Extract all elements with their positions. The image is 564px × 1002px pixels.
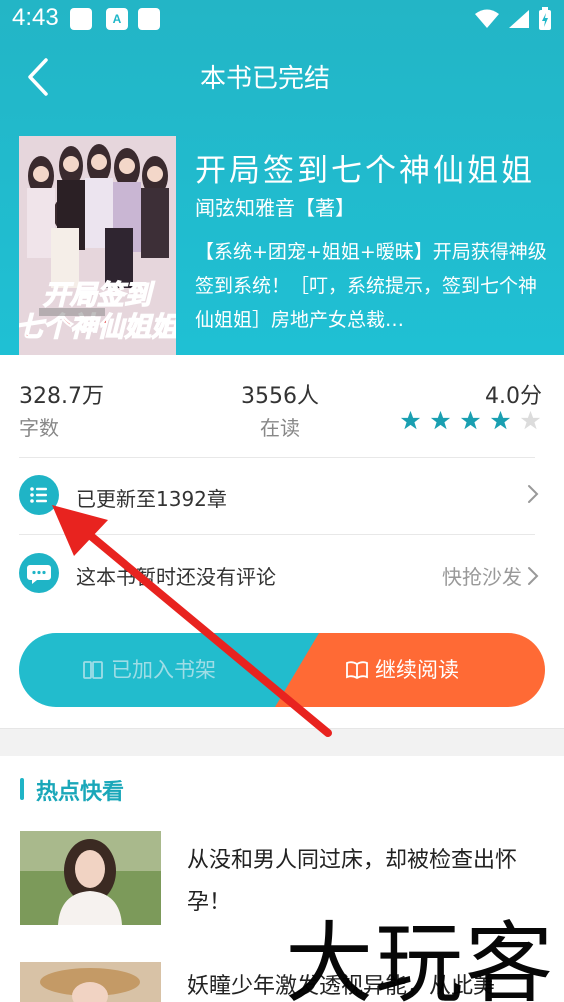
- bookshelf-icon: [83, 661, 103, 679]
- signal-icon: [509, 10, 529, 28]
- status-icons: [474, 7, 552, 31]
- book-description[interactable]: 【系统+团宠+姐姐+暧昧】开局获得神级签到系统！［叮，系统提示，签到七个神仙姐姐…: [195, 235, 550, 337]
- watermark-text: 大玩客: [285, 912, 556, 1002]
- rating-stars: [400, 410, 541, 431]
- news-thumbnail[interactable]: [20, 962, 161, 1002]
- list-icon: [19, 475, 59, 515]
- notification-icon: [138, 8, 160, 30]
- star-empty-icon: [520, 410, 541, 430]
- readers-label: 在读: [260, 416, 300, 440]
- book-cover[interactable]: 开局签到 七个神仙姐姐: [19, 136, 176, 355]
- readers-value: 3556人: [241, 384, 319, 409]
- sofa-link[interactable]: 快抢沙发: [442, 561, 540, 590]
- wifi-icon: [475, 9, 499, 28]
- continue-reading-button[interactable]: 继续阅读: [275, 633, 545, 707]
- battery-icon: [539, 7, 551, 30]
- chapter-list-row[interactable]: 已更新至1392章: [0, 457, 564, 533]
- shelf-label: 已加入书架: [111, 658, 216, 682]
- notification-icon: [70, 8, 92, 30]
- rating-value: 4.0分: [485, 384, 542, 409]
- book-header: 4:43 A 本书已完结 开局签到 七个神仙姐姐 开局签到七个神仙姐姐 闻弦知雅…: [0, 0, 564, 355]
- notification-a-icon: A: [106, 8, 128, 30]
- comments-row[interactable]: 这本书暂时还没有评论 快抢沙发: [0, 535, 564, 611]
- book-title: 开局签到七个神仙姐姐: [195, 153, 535, 189]
- action-buttons: 已加入书架 继续阅读: [19, 633, 545, 707]
- word-count-value: 328.7万: [19, 384, 104, 409]
- chevron-right-icon: [526, 483, 540, 505]
- comment-icon: [19, 553, 59, 593]
- chapter-status-text: 已更新至1392章: [76, 487, 227, 511]
- star-filled-icon: [400, 410, 421, 430]
- star-filled-icon: [460, 410, 481, 430]
- comments-empty-text: 这本书暂时还没有评论: [76, 565, 276, 589]
- added-to-shelf-button[interactable]: 已加入书架: [19, 633, 319, 707]
- open-book-icon: [346, 661, 368, 680]
- sofa-link-label: 快抢沙发: [442, 565, 522, 589]
- chevron-right-icon: [528, 566, 539, 585]
- book-author[interactable]: 闻弦知雅音【著】: [195, 192, 355, 221]
- star-filled-icon: [490, 410, 511, 430]
- status-time: 4:43: [12, 4, 59, 31]
- cover-art: 开局签到 七个神仙姐姐: [19, 136, 176, 355]
- word-count-label: 字数: [19, 416, 59, 440]
- news-thumbnail[interactable]: [20, 831, 161, 925]
- svg-text:七个神仙姐姐: 七个神仙姐姐: [19, 312, 176, 342]
- svg-text:开局签到: 开局签到: [43, 280, 155, 310]
- section-separator: [0, 728, 564, 756]
- section-accent-bar: [20, 778, 24, 800]
- section-title: 热点快看: [36, 780, 125, 805]
- read-label: 继续阅读: [375, 658, 459, 682]
- star-filled-icon: [430, 410, 451, 430]
- status-bar: 4:43 A: [0, 0, 564, 38]
- page-title: 本书已完结: [199, 64, 330, 94]
